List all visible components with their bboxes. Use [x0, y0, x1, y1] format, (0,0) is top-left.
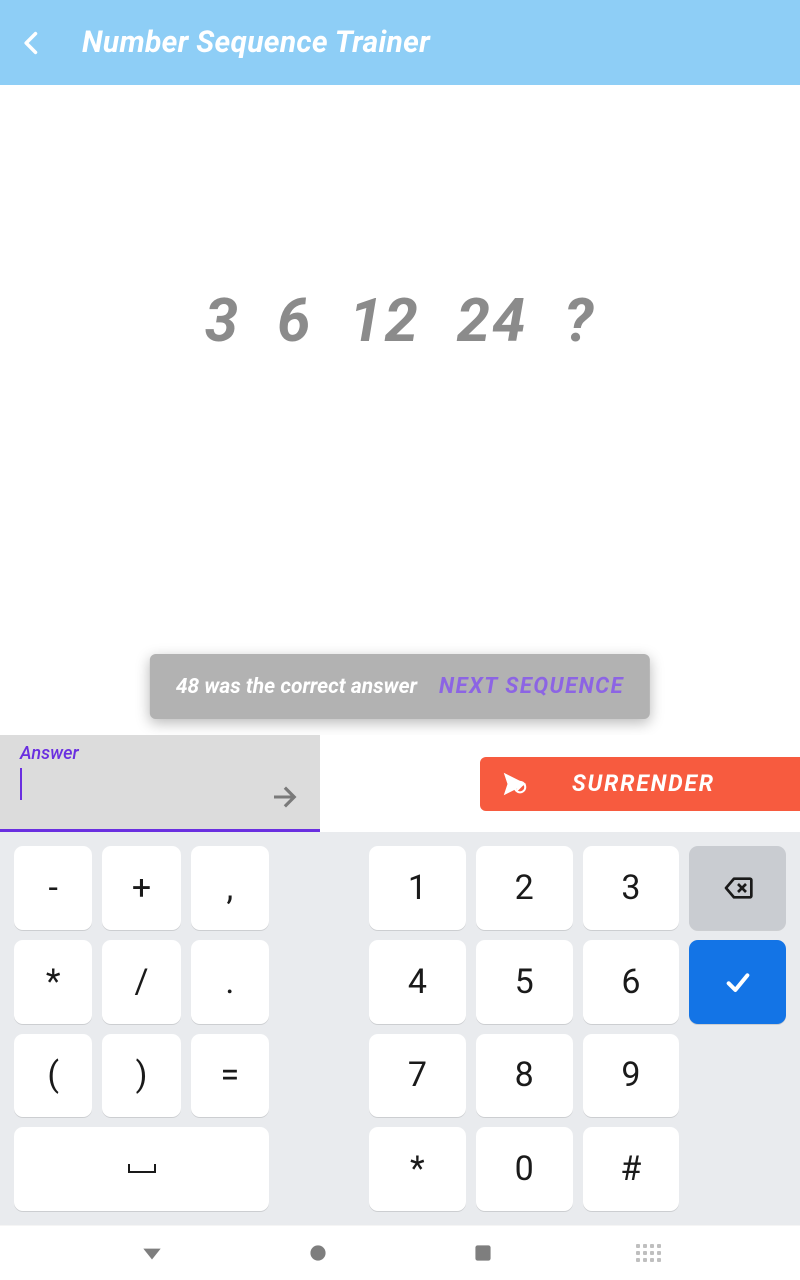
input-row: Answer SURRENDER	[0, 735, 800, 832]
key-7[interactable]: 7	[369, 1034, 466, 1118]
snackbar: 48 was the correct answer NEXT SEQUENCE	[150, 654, 650, 719]
key-dot[interactable]: .	[191, 940, 269, 1024]
key-9[interactable]: 9	[583, 1034, 680, 1118]
key-paren-close[interactable]: )	[102, 1034, 180, 1118]
key-0[interactable]: 0	[476, 1127, 573, 1211]
key-minus[interactable]: -	[14, 846, 92, 930]
key-5[interactable]: 5	[476, 940, 573, 1024]
key-asterisk[interactable]: *	[14, 940, 92, 1024]
keyboard-right: 1 2 3 4 5 6 7 8 9 * 0 #	[369, 846, 786, 1211]
app-header: Number Sequence Trainer	[0, 0, 800, 85]
key-plus[interactable]: +	[102, 846, 180, 930]
key-2[interactable]: 2	[476, 846, 573, 930]
key-space[interactable]	[14, 1127, 269, 1211]
surrender-icon	[500, 769, 530, 799]
back-icon[interactable]	[18, 29, 46, 57]
nav-recent-icon[interactable]	[470, 1240, 496, 1266]
key-8[interactable]: 8	[476, 1034, 573, 1118]
key-6[interactable]: 6	[583, 940, 680, 1024]
next-sequence-button[interactable]: NEXT SEQUENCE	[439, 674, 624, 699]
nav-back-icon[interactable]	[139, 1240, 165, 1266]
surrender-label: SURRENDER	[572, 770, 715, 797]
key-hash[interactable]: #	[583, 1127, 680, 1211]
page-title: Number Sequence Trainer	[82, 25, 430, 60]
key-comma[interactable]: ,	[191, 846, 269, 930]
key-3[interactable]: 3	[583, 846, 680, 930]
key-slash[interactable]: /	[102, 940, 180, 1024]
key-enter[interactable]	[689, 940, 786, 1024]
content-area: 3 6 12 24 ? 48 was the correct answer NE…	[0, 85, 800, 735]
submit-icon[interactable]	[268, 779, 304, 815]
key-1[interactable]: 1	[369, 846, 466, 930]
key-backspace[interactable]	[689, 846, 786, 930]
text-cursor	[20, 768, 22, 800]
sequence-display: 3 6 12 24 ?	[205, 285, 595, 356]
answer-value	[20, 764, 306, 804]
nav-home-icon[interactable]	[305, 1240, 331, 1266]
nav-keyboard-icon[interactable]	[636, 1244, 661, 1262]
keyboard: - + , * / . ( ) = 1 2 3 4 5 6 7 8 9 * 0 …	[0, 832, 800, 1225]
keyboard-left: - + , * / . ( ) =	[14, 846, 269, 1211]
key-paren-open[interactable]: (	[14, 1034, 92, 1118]
key-4[interactable]: 4	[369, 940, 466, 1024]
answer-input[interactable]: Answer	[0, 735, 320, 832]
snackbar-message: 48 was the correct answer	[176, 675, 417, 699]
surrender-button[interactable]: SURRENDER	[480, 757, 800, 811]
system-navbar	[0, 1225, 800, 1280]
key-star[interactable]: *	[369, 1127, 466, 1211]
key-equals[interactable]: =	[191, 1034, 269, 1118]
answer-label: Answer	[20, 743, 306, 764]
